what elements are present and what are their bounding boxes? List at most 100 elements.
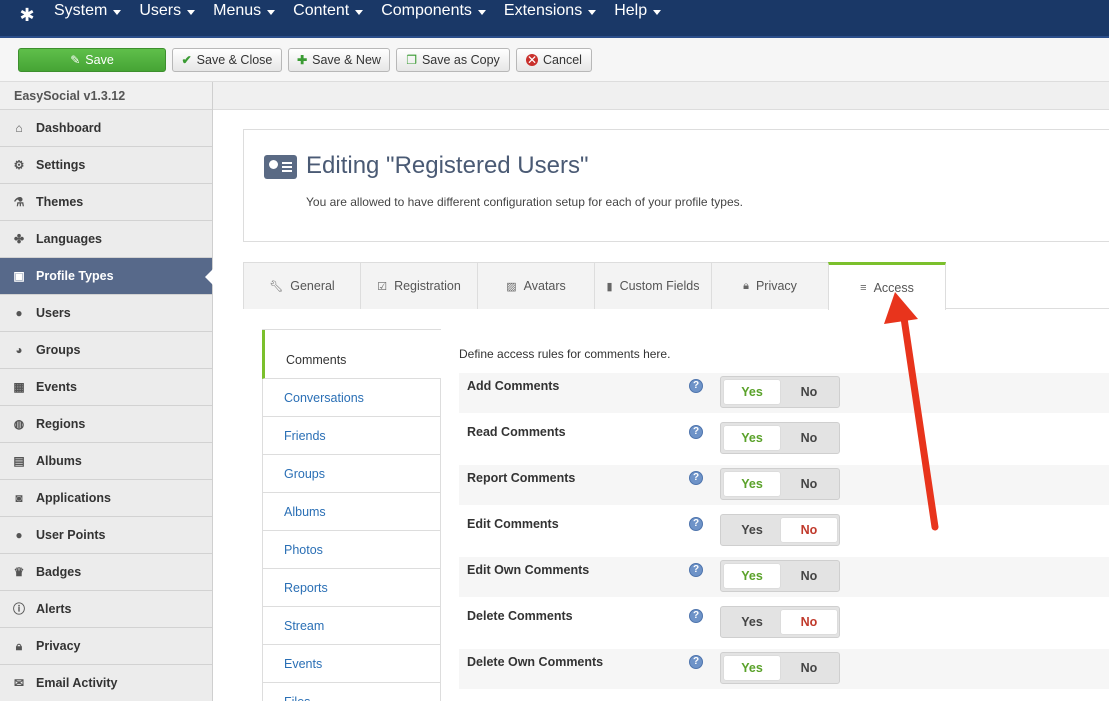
tab-privacy[interactable]: 🔒︎ Privacy [711,262,829,309]
subnav-item-events[interactable]: Events [262,645,441,683]
yes-no-toggle[interactable]: Yes No [720,560,840,592]
help-icon[interactable]: ? [689,609,703,623]
id-card-icon [264,155,297,179]
help-icon[interactable]: ? [689,425,703,439]
subnav-item-comments[interactable]: Comments [262,330,441,379]
subnav-item-photos[interactable]: Photos [262,531,441,569]
top-menu: System Users Menus Content Components Ex… [54,0,679,22]
sidebar-item-user-points[interactable]: ● User Points [0,517,212,554]
save-button[interactable]: ✎ Save [18,48,166,72]
edit-icon: ✎ [70,53,81,67]
toggle-no[interactable]: No [781,380,837,404]
sidebar-item-label: Badges [36,565,82,579]
toggle-no[interactable]: No [781,518,837,542]
caret-down-icon [653,9,662,15]
subnav-item-reports[interactable]: Reports [262,569,441,607]
toggle-no[interactable]: No [781,564,837,588]
save-new-button[interactable]: ✚ Save & New [288,48,390,72]
caret-down-icon [267,9,276,15]
toggle-yes[interactable]: Yes [724,564,780,588]
tab-label: Custom Fields [619,279,700,293]
menu-label: System [54,2,108,19]
menu-menus[interactable]: Menus [213,0,276,22]
tab-avatars[interactable]: ▨ Avatars [477,262,595,309]
subnav-item-groups[interactable]: Groups [262,455,441,493]
rule-row: Delete Own Comments ? Yes No [459,649,1109,689]
toolbar: ✎ Save ✔ Save & Close ✚ Save & New ❐ Save as… [0,38,1109,82]
toggle-yes[interactable]: Yes [724,472,780,496]
tab-custom-fields[interactable]: ▮ Custom Fields [594,262,712,309]
sidebar-item-users[interactable]: ● Users [0,295,212,332]
tab-access[interactable]: ≡ Access [828,262,946,310]
yes-no-toggle[interactable]: Yes No [720,376,840,408]
toggle-yes[interactable]: Yes [724,610,780,634]
subnav-item-conversations[interactable]: Conversations [262,379,441,417]
rule-label: Add Comments [467,379,560,393]
sidebar-item-groups[interactable]: ◕ Groups [0,332,212,369]
cancel-button[interactable]: ✕ Cancel [516,48,592,72]
help-icon[interactable]: ? [689,471,703,485]
lock-icon: 🔒︎ [743,279,749,292]
menu-users[interactable]: Users [139,0,196,22]
sidebar-item-badges[interactable]: ♛ Badges [0,554,212,591]
yes-no-toggle[interactable]: Yes No [720,606,840,638]
rule-label: Delete Comments [467,609,573,623]
sidebar-item-settings[interactable]: ⚙ Settings [0,147,212,184]
caret-down-icon [187,9,196,15]
help-icon[interactable]: ? [689,379,703,393]
toggle-yes[interactable]: Yes [724,380,780,404]
subnav-item-stream[interactable]: Stream [262,607,441,645]
yes-no-toggle[interactable]: Yes No [720,514,840,546]
sidebar-item-dashboard[interactable]: ⌂ Dashboard [0,110,212,147]
circle-icon: ● [15,528,23,542]
yes-no-toggle[interactable]: Yes No [720,652,840,684]
help-icon[interactable]: ? [689,563,703,577]
save-close-label: Save & Close [196,53,273,67]
save-close-button[interactable]: ✔ Save & Close [172,48,282,72]
toggle-no[interactable]: No [781,472,837,496]
toggle-no[interactable]: No [781,426,837,450]
menu-content[interactable]: Content [293,0,364,22]
rule-row: Delete Comments ? Yes No [459,603,1109,643]
sidebar-item-applications[interactable]: ◙ Applications [0,480,212,517]
sidebar-item-themes[interactable]: ⚗ Themes [0,184,212,221]
sidebar-item-label: Regions [36,417,86,431]
sidebar-item-profile-types[interactable]: ▣ Profile Types [0,258,213,295]
sidebar-item-events[interactable]: ▦ Events [0,369,212,406]
tab-registration[interactable]: ☑ Registration [360,262,478,309]
toggle-yes[interactable]: Yes [724,518,780,542]
subnav-item-files[interactable]: Files [262,683,441,701]
save-copy-button[interactable]: ❐ Save as Copy [396,48,510,72]
sidebar-item-alerts[interactable]: ⓘ Alerts [0,591,212,628]
home-icon: ⌂ [15,121,23,135]
sidebar-item-regions[interactable]: ◍ Regions [0,406,212,443]
page-header: Editing "Registered Users" You are allow… [243,129,1109,242]
tab-general[interactable]: 🔧︎ General [243,262,361,309]
menu-extensions[interactable]: Extensions [504,0,597,22]
toggle-yes[interactable]: Yes [724,426,780,450]
page-title: Editing "Registered Users" [306,152,589,179]
subnav-item-albums[interactable]: Albums [262,493,441,531]
toggle-yes[interactable]: Yes [724,656,780,680]
menu-help[interactable]: Help [614,0,662,22]
menu-system[interactable]: System [54,0,122,22]
sidebar-item-email-activity[interactable]: ✉ Email Activity [0,665,212,701]
help-icon[interactable]: ? [689,655,703,669]
sidebar-item-privacy[interactable]: 🔒︎ Privacy [0,628,212,665]
sidebar-item-languages[interactable]: ✤ Languages [0,221,212,258]
subnav-item-friends[interactable]: Friends [262,417,441,455]
sidebar-item-label: Languages [36,232,102,246]
yes-no-toggle[interactable]: Yes No [720,468,840,500]
top-navbar: ✱ System Users Menus Content Components … [0,0,1109,38]
menu-components[interactable]: Components [381,0,486,22]
yes-no-toggle[interactable]: Yes No [720,422,840,454]
toggle-no[interactable]: No [781,656,837,680]
toggle-no[interactable]: No [781,610,837,634]
sidebar-item-albums[interactable]: ▤ Albums [0,443,212,480]
rule-row: Read Comments ? Yes No [459,419,1109,459]
user-icon: ● [15,306,23,320]
joomla-logo-icon[interactable]: ✱ [16,4,38,26]
menu-label: Components [381,2,472,19]
caret-down-icon [477,9,486,15]
help-icon[interactable]: ? [689,517,703,531]
